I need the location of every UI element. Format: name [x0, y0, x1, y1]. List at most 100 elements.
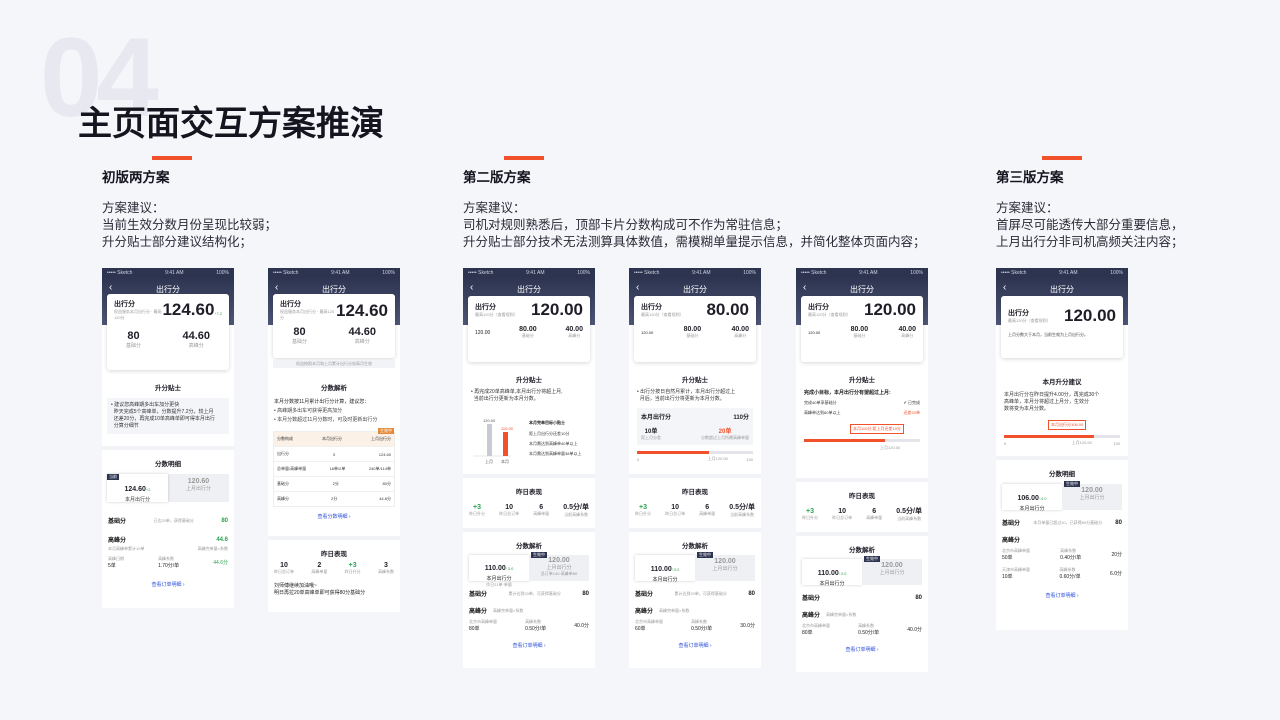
analysis-section: 分数解析 110.00↑3.0 本月出行分 生效中 120.00 上月出行分 基础分 8…: [796, 538, 928, 672]
battery: 100%: [1110, 269, 1123, 276]
base-score: 80.00: [519, 326, 537, 333]
peak-row-value: 44.6: [216, 536, 228, 543]
tag-badge: 生效中: [378, 428, 394, 434]
current-score-tab[interactable]: 110.00↑3.0 本月出行分 作日21单·单量: [469, 555, 529, 587]
back-icon[interactable]: ‹: [1003, 282, 1006, 293]
score-card: 出行分 权益服务本月出行分 · 最高120分 124.60↑7.2 80 基础分 44…: [107, 294, 229, 370]
current-score-tab[interactable]: 当前 124.60+2 本月出行分: [107, 474, 168, 503]
peak-score: 40.00: [731, 326, 749, 333]
current-score-tab[interactable]: 110.00↑3.0 本月出行分: [635, 555, 695, 583]
carrier: ••••• Sketch: [1001, 269, 1027, 276]
tips-section: 升分贴士 • 建议您高峰期多出车加分更快 昨天完成5个高峰单，分数提升7.2分，…: [102, 376, 234, 446]
axis-label: 上月120.00: [1071, 440, 1092, 445]
encourage-message: 刘师傅继续加油哦~ 明日再拉20单高峰单即可获得80分基础分: [274, 583, 366, 596]
progress-bar: [804, 439, 920, 442]
effective-note: 上月分数大于本月，当前生效为上月出行分。: [1008, 332, 1088, 337]
back-icon[interactable]: ‹: [470, 282, 473, 293]
last-label: 上月出行分: [1079, 495, 1105, 501]
progress-fill: [1004, 435, 1095, 438]
view-orders-link[interactable]: 查看订单明细 ›: [629, 642, 761, 649]
detail-title: 分数明细: [155, 461, 181, 468]
back-icon[interactable]: ‹: [636, 282, 639, 293]
cur-score: 106.00: [1017, 495, 1039, 502]
score-label: 出行分: [808, 303, 829, 311]
stat-label: 高峰单量: [311, 569, 328, 574]
divider: [796, 478, 928, 482]
score-sub: 最高120分（查看规则）: [1008, 317, 1051, 323]
stat-value: +3: [806, 507, 814, 515]
view-orders-link[interactable]: 查看订单明细 ›: [463, 642, 595, 649]
cur-sub: 作日21单·单量: [486, 582, 512, 587]
status-bar: ••••• Sketch 9:41 AM 100%: [268, 268, 400, 277]
score-value: 120.00: [864, 300, 916, 319]
peak-row-label: 高峰分: [469, 609, 488, 615]
last-label: 上月出行分: [879, 570, 905, 576]
nav-title: 出行分: [683, 285, 707, 294]
base-score: 80: [293, 326, 306, 338]
progress-fill: [637, 451, 709, 454]
goal-item: 高峰单达到60单以上: [804, 410, 841, 415]
axis-label: 上月120.00: [707, 456, 728, 461]
analysis-title: 分数解析: [849, 547, 875, 554]
time: 9:41 AM: [1059, 269, 1078, 276]
bar-last-month: [487, 424, 492, 456]
nav-title: 出行分: [156, 285, 180, 294]
legend-item: 本月需达到高峰单量38单以上: [529, 451, 582, 456]
last-score-tab[interactable]: 生效中 120.00 上月出行分: [1062, 481, 1122, 510]
current-score-tab[interactable]: 106.00↑4.0 本月出行分: [1002, 484, 1062, 512]
last-score-tab[interactable]: 生效中 120.00 上月出行分 总订单140·高峰单80: [529, 552, 589, 581]
score-delta: ↑7.2: [214, 310, 222, 316]
back-icon[interactable]: ‹: [109, 282, 112, 293]
score-label: 出行分: [641, 303, 662, 311]
last-score-tab[interactable]: 生效中 120.00 上月出行分: [862, 556, 922, 585]
axis-label: 130: [1113, 440, 1120, 446]
goal-status: ✔ 已完成: [903, 400, 920, 405]
axis-label: 130: [746, 456, 753, 462]
tips-legend: 本月完单目标小贴士 距上月出行分还差10分 本月需达到高峰单40单以上 本月需达…: [529, 420, 591, 457]
table-cell: 240单/114单: [368, 466, 391, 471]
tips-title: 升分贴士: [516, 377, 542, 384]
last-score-tab[interactable]: 生效中 120.00 上月出行分: [695, 552, 755, 581]
view-orders-link[interactable]: 查看订单明细 ›: [996, 592, 1128, 599]
yesterday-title: 昨日表现: [321, 551, 347, 558]
peak-score: 44.60: [348, 326, 376, 338]
score-sub: 权益服务本月出行分 · 最高120分: [114, 309, 162, 320]
score-value: 120.00: [531, 300, 583, 319]
advice-section: 本月升分建议 本月出行分在昨日提升4.00分，再完成30个 高峰单，本月分将超过…: [996, 370, 1128, 456]
back-icon[interactable]: ‹: [275, 282, 278, 293]
base-row-label: 基础分: [802, 596, 821, 602]
table-row: 总单量/高峰单量 16单/2单 240单/114单: [274, 461, 394, 476]
view-orders-link[interactable]: 查看订单明细 ›: [796, 646, 928, 653]
stat-label: 高峰系数: [377, 569, 394, 574]
score-value: 80.00: [706, 300, 749, 319]
score-label: 出行分: [114, 301, 135, 308]
table-cell: 44.6分: [379, 496, 391, 501]
detail-section: 分数明细 106.00↑4.0 本月出行分 生效中 120.00 上月出行分 基础分 本…: [996, 462, 1128, 630]
carrier: ••••• Sketch: [468, 269, 494, 276]
stat-value: +3: [473, 503, 481, 511]
score-card: 出行分 最高120分（查看规则） 80.00 120.00 80.00 基础分 40.00…: [634, 296, 756, 362]
last-sub: 总订单140·高峰单80: [540, 571, 578, 576]
base-row-label: 基础分: [469, 592, 488, 598]
cell-value: 0.50分/单: [858, 630, 880, 636]
base-label: 基础分: [292, 339, 308, 345]
analysis-section: 分数解析 本月分数按11月累计出行分计算，建议您： • 高峰期多出车可获得更高加…: [268, 376, 400, 536]
score-label: 出行分: [280, 301, 301, 308]
peak-row-label: 高峰分: [1002, 538, 1021, 544]
last-score-tab[interactable]: 120.60 上月出行分: [168, 474, 229, 502]
back-icon[interactable]: ‹: [803, 282, 806, 293]
current-score-tab[interactable]: 110.00↑3.0 本月出行分: [802, 559, 862, 587]
peak-label: 高峰分: [568, 333, 581, 338]
analysis-line: • 高峰期多出车可获得更高加分: [274, 408, 343, 414]
base-row-sub: 已达20单，获得基础分: [153, 517, 194, 523]
score-sub: 最高120分（查看规则）: [808, 311, 851, 317]
tips-section: 升分贴士 完成小目标，本月出行分有望超过上月: 完成40单享基础分 ✔ 已完成 高…: [796, 368, 928, 478]
nav-title: 出行分: [1050, 285, 1074, 294]
section-desc: 方案建议： 司机对规则熟悉后，顶部卡片分数构成可不作为常驻信息； 升分贴士部分技…: [463, 201, 926, 249]
yesterday-title: 昨日表现: [516, 489, 542, 496]
view-analysis-link[interactable]: 查看分数明细 ›: [268, 513, 400, 520]
tag-badge: 生效中: [864, 556, 880, 562]
view-orders-link[interactable]: 查看订单明细 ›: [102, 581, 234, 588]
cur-label: 本月出行分: [819, 581, 845, 587]
accent-bar: [152, 156, 192, 160]
